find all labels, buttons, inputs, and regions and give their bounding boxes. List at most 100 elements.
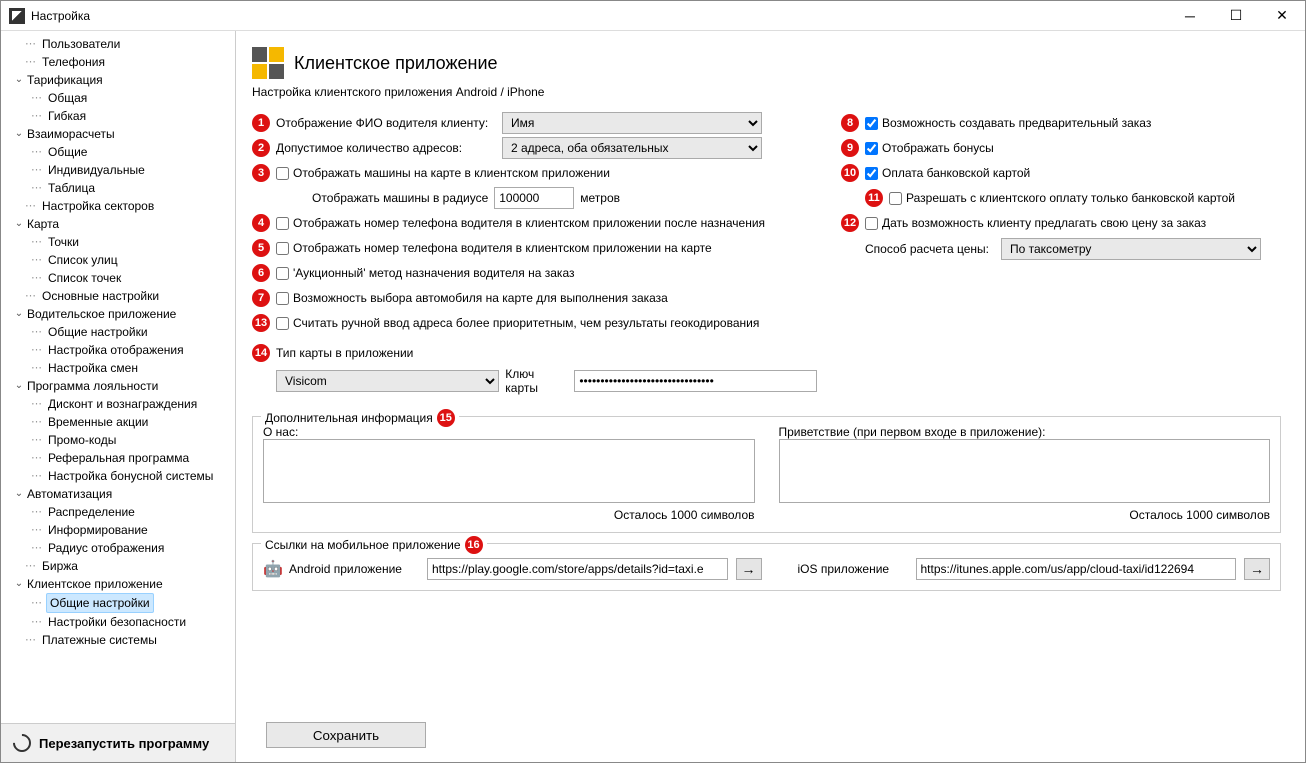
sidebar: ⋯Пользователи ⋯Телефония ⌄Тарификация ⋯О… [1,31,236,762]
ios-link-input[interactable] [916,558,1237,580]
tree-item-selected[interactable]: Общие настройки [46,593,154,613]
tree-item[interactable]: Тарификация [25,71,105,89]
tree-item[interactable]: Взаиморасчеты [25,125,117,143]
save-button[interactable]: Сохранить [266,722,426,748]
map-key-input[interactable] [574,370,817,392]
android-icon: 🤖 [263,559,281,579]
tree-item[interactable]: Общие [46,143,89,161]
tree-item[interactable]: Платежные системы [40,631,159,649]
tree-item[interactable]: Информирование [46,521,150,539]
tree-item[interactable]: Клиентское приложение [25,575,165,593]
annotation-badge: 6 [252,264,270,282]
tree-item[interactable]: Временные акции [46,413,150,431]
annotation-badge: 13 [252,314,270,332]
window-title: Настройка [31,9,1167,23]
addr-select[interactable]: 2 адреса, оба обязательных [502,137,762,159]
tree-item[interactable]: Настройка смен [46,359,140,377]
ios-go-button[interactable]: → [1244,558,1270,580]
offer-price-checkbox[interactable]: Дать возможность клиенту предлагать свою… [865,216,1206,230]
android-go-button[interactable]: → [736,558,762,580]
info-legend: Дополнительная информация [265,411,433,425]
main-content: Клиентское приложение Настройка клиентск… [236,31,1305,762]
annotation-badge: 4 [252,214,270,232]
auction-checkbox[interactable]: 'Аукционный' метод назначения водителя н… [276,266,574,280]
android-link-input[interactable] [427,558,728,580]
tree-item[interactable]: Общие настройки [46,323,150,341]
tree-item[interactable]: Список улиц [46,251,120,269]
restart-icon [9,730,34,755]
map-type-select[interactable]: Visicom [276,370,499,392]
preorder-checkbox[interactable]: Возможность создавать предварительный за… [865,116,1151,130]
bonus-checkbox[interactable]: Отображать бонусы [865,141,994,155]
tree-item[interactable]: Список точек [46,269,123,287]
cars-on-map-checkbox[interactable]: Отображать машины на карте в клиентском … [276,166,610,180]
radius-unit: метров [580,191,620,205]
tree-item[interactable]: Биржа [40,557,80,575]
restart-button[interactable]: Перезапустить программу [1,723,235,762]
close-button[interactable]: ✕ [1259,1,1305,31]
minimize-button[interactable]: ─ [1167,1,1213,31]
greet-textarea[interactable] [779,439,1271,503]
tree-item[interactable]: Настройка бонусной системы [46,467,215,485]
card-checkbox[interactable]: Оплата банковской картой [865,166,1030,180]
tree-item[interactable]: Радиус отображения [46,539,166,557]
tree-item[interactable]: Реферальная программа [46,449,191,467]
tree-item[interactable]: Индивидуальные [46,161,147,179]
annotation-badge: 14 [252,344,270,362]
fio-select[interactable]: Имя [502,112,762,134]
header-icon [252,47,284,79]
tree-item[interactable]: Карта [25,215,61,233]
phone-after-checkbox[interactable]: Отображать номер телефона водителя в кли… [276,216,765,230]
price-calc-select[interactable]: По таксометру [1001,238,1261,260]
tree-item[interactable]: Настройки безопасности [46,613,188,631]
tree-item[interactable]: Таблица [46,179,97,197]
annotation-badge: 12 [841,214,859,232]
about-counter: Осталось 1000 символов [263,508,755,522]
titlebar: Настройка ─ ☐ ✕ [1,1,1305,31]
app-icon [9,8,25,24]
tree-item[interactable]: Общая [46,89,89,107]
tree-item[interactable]: Распределение [46,503,137,521]
annotation-badge: 2 [252,139,270,157]
about-textarea[interactable] [263,439,755,503]
choose-car-checkbox[interactable]: Возможность выбора автомобиля на карте д… [276,291,668,305]
tree-item[interactable]: Настройка секторов [40,197,156,215]
annotation-badge: 1 [252,114,270,132]
radius-input[interactable] [494,187,574,209]
map-key-label: Ключ карты [505,367,568,395]
annotation-badge: 3 [252,164,270,182]
tree-item[interactable]: Водительское приложение [25,305,178,323]
page-subtitle: Настройка клиентского приложения Android… [252,85,1281,99]
tree-item[interactable]: Точки [46,233,81,251]
phone-map-checkbox[interactable]: Отображать номер телефона водителя в кли… [276,241,712,255]
tree-item[interactable]: Основные настройки [40,287,161,305]
radius-label: Отображать машины в радиусе [312,191,488,205]
greet-counter: Осталось 1000 символов [779,508,1271,522]
only-card-checkbox[interactable]: Разрешать с клиентского оплату только ба… [889,191,1235,205]
annotation-badge: 9 [841,139,859,157]
tree-item[interactable]: Программа лояльности [25,377,160,395]
tree-item[interactable]: Гибкая [46,107,88,125]
tree-item[interactable]: Автоматизация [25,485,114,503]
additional-info-fieldset: Дополнительная информация15 О нас: Остал… [252,416,1281,533]
annotation-badge: 5 [252,239,270,257]
annotation-badge: 8 [841,114,859,132]
tree-item[interactable]: Дисконт и вознаграждения [46,395,199,413]
tree-item[interactable]: Телефония [40,53,107,71]
nav-tree[interactable]: ⋯Пользователи ⋯Телефония ⌄Тарификация ⋯О… [1,31,235,723]
annotation-badge: 7 [252,289,270,307]
maximize-button[interactable]: ☐ [1213,1,1259,31]
tree-item[interactable]: Промо-коды [46,431,118,449]
annotation-badge: 10 [841,164,859,182]
android-label: Android приложение [289,562,419,576]
annotation-badge: 15 [437,409,455,427]
annotation-badge: 16 [465,536,483,554]
about-label: О нас: [263,425,755,439]
fio-label: Отображение ФИО водителя клиенту: [276,116,496,130]
manual-priority-checkbox[interactable]: Считать ручной ввод адреса более приорит… [276,316,759,330]
app-links-fieldset: Ссылки на мобильное приложение16 🤖 Andro… [252,543,1281,591]
tree-item[interactable]: Настройка отображения [46,341,186,359]
map-type-label: Тип карты в приложении [276,346,413,360]
tree-item[interactable]: Пользователи [40,35,122,53]
annotation-badge: 11 [865,189,883,207]
